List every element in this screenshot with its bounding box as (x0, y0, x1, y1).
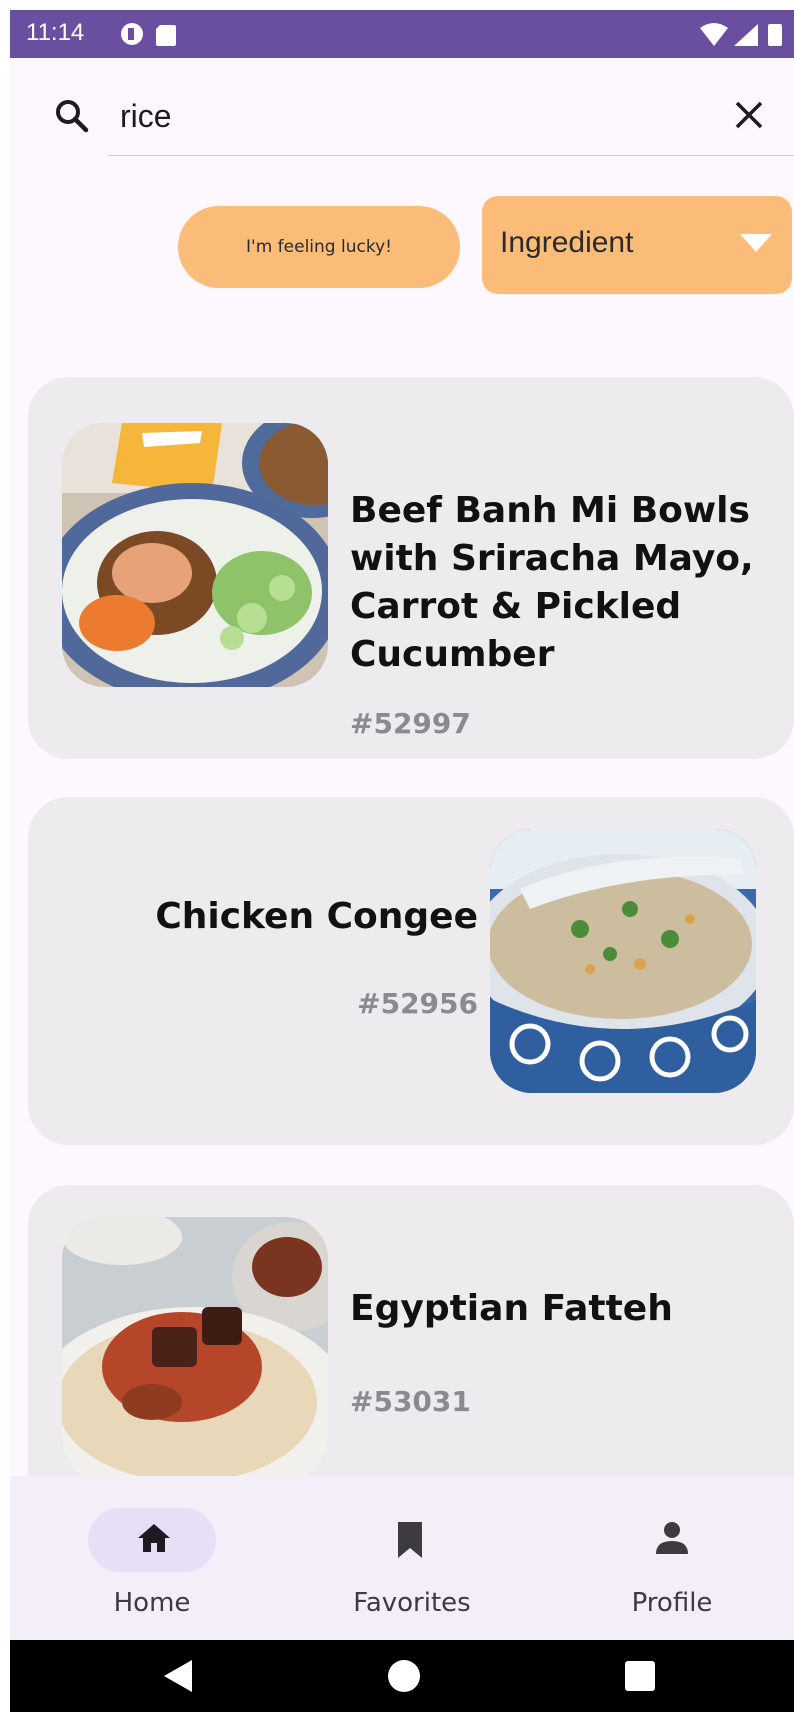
search-input[interactable]: rice (120, 98, 172, 135)
recipe-image-chicken-congee (490, 829, 756, 1093)
recipe-id: #52956 (357, 987, 478, 1020)
app-screen: 11:14 rice I'm feeling lucky! Ingredient (10, 10, 794, 1712)
feeling-lucky-button[interactable]: I'm feeling lucky! (178, 206, 460, 288)
dropdown-arrow-icon (738, 232, 774, 258)
status-system-icons (698, 22, 788, 52)
recipe-title: Beef Banh Mi Bowls with Sriracha Mayo, C… (350, 487, 770, 679)
recents-icon[interactable] (622, 1658, 658, 1698)
recipe-title-line: Cucumber (350, 634, 555, 675)
back-icon[interactable] (160, 1658, 196, 1698)
nav-label-profile: Profile (631, 1588, 713, 1618)
recipe-card[interactable]: Beef Banh Mi Bowls with Sriracha Mayo, C… (28, 377, 794, 759)
system-navigation-bar (10, 1640, 794, 1712)
recipe-title-line: Egyptian Fatteh (350, 1288, 673, 1329)
recipe-title: Chicken Congee (98, 893, 478, 941)
search-divider (108, 155, 794, 156)
person-icon (654, 1520, 690, 1560)
nav-item-profile[interactable]: Profile (552, 1476, 794, 1640)
recipe-title-line: Carrot & Pickled (350, 586, 682, 627)
recipe-image-banh-mi-bowl (62, 423, 328, 687)
recipe-id: #52997 (350, 707, 471, 740)
status-time: 11:14 (26, 19, 85, 46)
signal-icon (734, 24, 758, 46)
recipe-id: #53031 (350, 1385, 471, 1418)
nav-label-home: Home (113, 1588, 191, 1618)
status-notification-icons (120, 22, 184, 52)
search-icon[interactable] (54, 98, 90, 138)
recipe-image-egyptian-fatteh (62, 1217, 328, 1481)
sd-card-icon (156, 25, 176, 46)
battery-icon (768, 24, 782, 46)
bookmark-icon (392, 1520, 428, 1564)
search-bar[interactable]: rice (10, 58, 794, 158)
nav-item-favorites[interactable]: Favorites (292, 1476, 552, 1640)
recipe-title-line: Chicken Congee (155, 896, 478, 937)
bottom-navigation: Home Favorites Profile (10, 1476, 794, 1640)
recipe-title-line: Beef Banh Mi Bowls (350, 490, 750, 531)
nav-item-home[interactable]: Home (32, 1476, 292, 1640)
home-icon (136, 1520, 172, 1560)
recipe-title: Egyptian Fatteh (350, 1285, 770, 1333)
recipe-card[interactable]: Chicken Congee #52956 (28, 797, 794, 1145)
nav-label-favorites: Favorites (353, 1588, 471, 1618)
recipe-title-line: with Sriracha Mayo, (350, 538, 754, 579)
app-notification-icon (121, 23, 143, 45)
home-circle-icon[interactable] (386, 1658, 422, 1698)
search-type-dropdown[interactable]: Ingredient (482, 196, 792, 294)
dropdown-selected-value: Ingredient (500, 226, 634, 259)
close-icon[interactable] (734, 100, 764, 134)
status-bar: 11:14 (10, 10, 794, 58)
wifi-icon (700, 23, 728, 46)
